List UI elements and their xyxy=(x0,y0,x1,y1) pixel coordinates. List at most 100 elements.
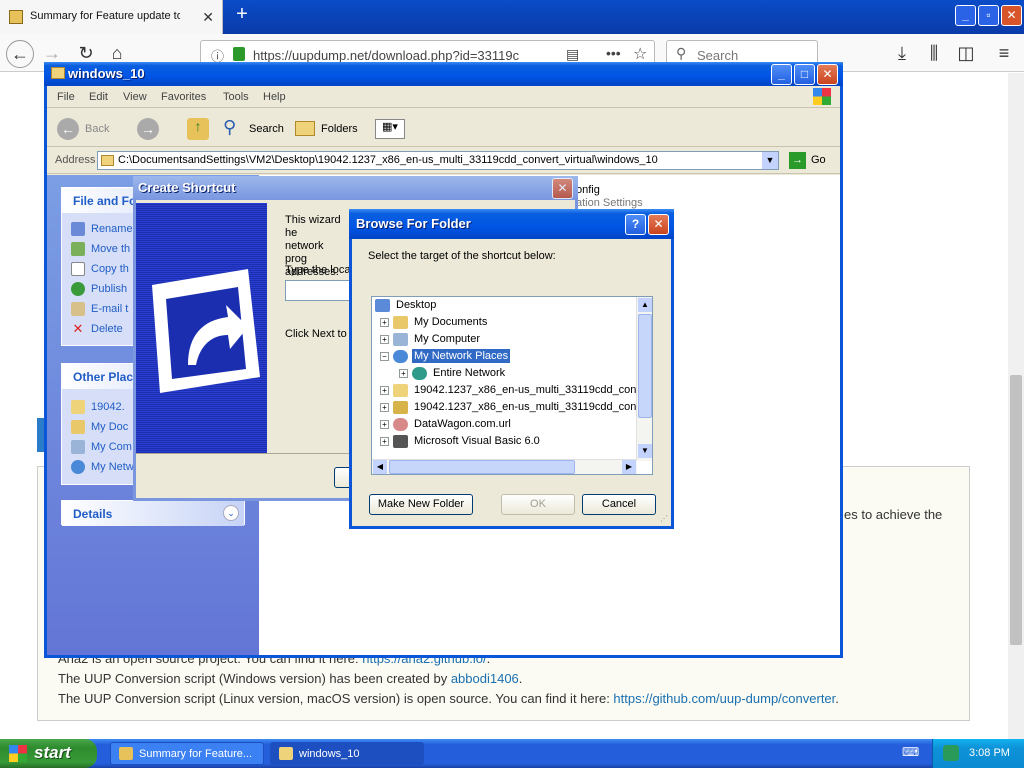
tree-expand-icon[interactable]: + xyxy=(399,369,408,378)
menu-view[interactable]: View xyxy=(123,91,147,103)
abbodi-link[interactable]: abbodi1406 xyxy=(451,671,519,686)
clock[interactable]: 3:08 PM xyxy=(969,747,1010,759)
create-shortcut-titlebar[interactable]: Create Shortcut ✕ xyxy=(133,176,578,200)
explorer-minimize-button[interactable]: _ xyxy=(771,64,792,85)
converter-link[interactable]: https://github.com/uup-dump/converter xyxy=(613,691,835,706)
sidebar-icon[interactable]: ◫ xyxy=(952,40,980,68)
windows-logo-icon xyxy=(813,88,831,105)
place-folder[interactable]: 19042. xyxy=(71,400,125,414)
address-input[interactable]: C:\DocumentsandSettings\VM2\Desktop\1904… xyxy=(97,151,779,170)
go-arrow-icon[interactable]: → xyxy=(789,152,806,169)
tree-expand-icon[interactable]: + xyxy=(380,420,389,429)
page-scrollbar-thumb[interactable] xyxy=(1010,375,1022,645)
reader-view-icon[interactable]: ▤ xyxy=(566,46,579,63)
browse-titlebar[interactable]: Browse For Folder ? ✕ xyxy=(349,209,674,239)
downloads-icon[interactable]: ⤓ xyxy=(888,40,916,68)
task-delete[interactable]: ✕ Delete xyxy=(71,322,123,336)
forward-icon[interactable]: → xyxy=(137,118,159,140)
tree-collapse-icon[interactable]: − xyxy=(380,352,389,361)
menu-edit[interactable]: Edit xyxy=(89,91,108,103)
tree-item[interactable]: + Microsoft Visual Basic 6.0 xyxy=(380,435,542,452)
browser-minimize-button[interactable]: _ xyxy=(955,5,976,26)
tree-expand-icon[interactable]: + xyxy=(380,437,389,446)
location-input[interactable] xyxy=(285,280,355,301)
place-my-documents[interactable]: My Doc xyxy=(71,420,128,434)
search-button-label[interactable]: Search xyxy=(249,123,284,135)
go-button-label[interactable]: Go xyxy=(811,154,826,166)
taskbar-item-firefox[interactable]: Summary for Feature... xyxy=(110,742,264,765)
tree-item[interactable]: Desktop xyxy=(375,299,438,316)
tree-item[interactable]: +19042.1237_x86_en-us_multi_33119cdd_con… xyxy=(380,401,644,418)
tree-expand-icon[interactable]: + xyxy=(380,403,389,412)
file-item-name[interactable]: onfig xyxy=(576,184,600,196)
ok-button[interactable]: OK xyxy=(501,494,575,515)
library-icon[interactable]: ⫼ xyxy=(920,40,948,68)
place-my-computer[interactable]: My Com xyxy=(71,440,132,454)
menu-tools[interactable]: Tools xyxy=(223,91,249,103)
back-arrow-icon[interactable]: ← xyxy=(6,40,34,68)
page-line-text: The UUP Conversion script (Windows versi… xyxy=(58,671,451,686)
make-new-folder-button[interactable]: Make New Folder xyxy=(369,494,473,515)
browser-restore-button[interactable]: ▫ xyxy=(978,5,999,26)
back-label[interactable]: Back xyxy=(85,123,109,135)
tree-vscroll-thumb[interactable] xyxy=(638,314,652,418)
cancel-button[interactable]: Cancel xyxy=(582,494,656,515)
bookmark-star-icon[interactable]: ☆ xyxy=(633,44,647,64)
chevron-down-icon[interactable]: ⌄ xyxy=(223,505,239,521)
back-icon[interactable]: ← xyxy=(57,118,79,140)
tree-hscroll-thumb[interactable] xyxy=(389,460,575,474)
task-copy[interactable]: Copy th xyxy=(71,262,129,276)
resize-grip-icon[interactable]: ⋰ xyxy=(660,514,668,523)
tree-expand-icon[interactable]: + xyxy=(380,318,389,327)
folders-icon[interactable] xyxy=(295,121,315,136)
page-actions-icon[interactable]: ••• xyxy=(606,45,621,61)
explorer-close-button[interactable]: ✕ xyxy=(817,64,838,85)
publish-web-icon xyxy=(71,282,85,296)
create-shortcut-close-button[interactable]: ✕ xyxy=(552,178,573,199)
scroll-up-icon[interactable]: ▲ xyxy=(638,298,652,312)
help-button[interactable]: ? xyxy=(625,214,646,235)
up-folder-icon[interactable]: ↑ xyxy=(187,118,209,140)
search-magnifier-icon[interactable]: ⚲ xyxy=(223,117,236,138)
start-button[interactable]: start xyxy=(0,739,97,768)
rename-icon xyxy=(71,222,85,236)
tree-item[interactable]: + DataWagon.com.url xyxy=(380,418,513,435)
folders-button-label[interactable]: Folders xyxy=(321,123,358,135)
task-publish[interactable]: Publish xyxy=(71,282,127,296)
folder-tree[interactable]: Desktop + My Documents + My Computer − My N… xyxy=(371,296,653,475)
explorer-titlebar[interactable]: windows_10 _ □ ✕ xyxy=(44,62,843,86)
explorer-maximize-button[interactable]: □ xyxy=(794,64,815,85)
tree-horizontal-scrollbar[interactable]: ◀ ▶ xyxy=(372,459,637,474)
menu-file[interactable]: File xyxy=(57,91,75,103)
scroll-right-icon[interactable]: ▶ xyxy=(622,460,636,474)
tree-item[interactable]: + My Computer xyxy=(380,333,482,350)
browse-close-button[interactable]: ✕ xyxy=(648,214,669,235)
taskbar-item-explorer[interactable]: windows_10 xyxy=(270,742,424,765)
tree-expand-icon[interactable]: + xyxy=(380,335,389,344)
tree-item[interactable]: + My Documents xyxy=(380,316,489,333)
tree-expand-icon[interactable]: + xyxy=(380,386,389,395)
task-email[interactable]: E-mail t xyxy=(71,302,128,316)
task-rename[interactable]: Rename xyxy=(71,222,133,236)
menu-favorites[interactable]: Favorites xyxy=(161,91,206,103)
place-my-network[interactable]: My Netw xyxy=(71,460,134,474)
address-dropdown-icon[interactable]: ▼ xyxy=(762,152,778,169)
menu-icon[interactable]: ≡ xyxy=(990,40,1018,68)
keyboard-icon[interactable]: ⌨ xyxy=(902,745,920,761)
browser-tab[interactable]: Summary for Feature update to W ✕ xyxy=(0,0,223,34)
browser-close-button[interactable]: ✕ xyxy=(1001,5,1022,26)
menu-help[interactable]: Help xyxy=(263,91,286,103)
tree-item-selected[interactable]: − My Network Places xyxy=(380,349,511,367)
tree-vertical-scrollbar[interactable]: ▲ ▼ xyxy=(636,297,652,461)
tree-item[interactable]: + Entire Network xyxy=(399,367,507,384)
tray-network-icon[interactable] xyxy=(943,745,959,761)
new-tab-button[interactable]: + xyxy=(232,4,252,25)
details-header[interactable]: Details xyxy=(62,501,244,526)
task-move[interactable]: Move th xyxy=(71,242,130,256)
scroll-down-icon[interactable]: ▼ xyxy=(638,444,652,458)
scroll-left-icon[interactable]: ◀ xyxy=(373,460,387,474)
views-icon[interactable]: ▦▾ xyxy=(375,119,405,139)
tree-item[interactable]: +19042.1237_x86_en-us_multi_33119cdd_con… xyxy=(380,384,644,401)
browse-prompt: Select the target of the shortcut below: xyxy=(368,250,556,262)
tab-close-icon[interactable]: ✕ xyxy=(202,9,214,26)
